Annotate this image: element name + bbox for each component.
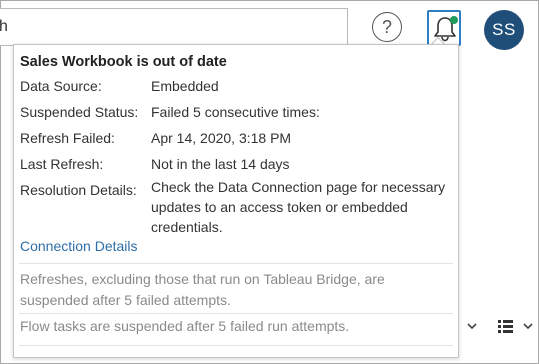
chevron-down-icon bbox=[467, 323, 477, 330]
data-source-value: Embedded bbox=[151, 78, 219, 94]
resolution-details-value: Check the Data Connection page for neces… bbox=[151, 179, 446, 235]
flow-suspension-note: Flow tasks are suspended after 5 failed … bbox=[20, 318, 350, 334]
suspended-status-value: Failed 5 consecutive times: bbox=[151, 104, 320, 120]
refreshes-suspension-note: Refreshes, excluding those that run on T… bbox=[20, 271, 385, 308]
last-refresh-value: Not in the last 14 days bbox=[151, 156, 290, 172]
user-avatar[interactable]: SS bbox=[484, 10, 524, 50]
refresh-failed-value: Apr 14, 2020, 3:18 PM bbox=[151, 130, 292, 146]
search-input-value: h bbox=[0, 18, 8, 35]
sort-dropdown[interactable] bbox=[460, 316, 484, 338]
connection-details-link[interactable]: Connection Details bbox=[20, 238, 138, 254]
suspended-status-label: Suspended Status: bbox=[20, 104, 139, 120]
refresh-failed-label: Refresh Failed: bbox=[20, 130, 115, 146]
resolution-details-label: Resolution Details: bbox=[20, 182, 137, 198]
popover-divider bbox=[19, 313, 453, 314]
data-source-label: Data Source: bbox=[20, 78, 102, 94]
list-view-icon bbox=[498, 320, 533, 333]
notification-dot bbox=[450, 16, 458, 24]
avatar-initials: SS bbox=[492, 20, 516, 39]
notifications-button[interactable] bbox=[427, 10, 461, 46]
help-button[interactable]: ? bbox=[372, 12, 402, 42]
notification-popover: Sales Workbook is out of date Data Sourc… bbox=[13, 44, 459, 358]
notification-title: Sales Workbook is out of date bbox=[20, 54, 227, 70]
search-input[interactable]: h bbox=[0, 8, 348, 46]
view-toggle[interactable] bbox=[494, 316, 538, 338]
popover-divider bbox=[19, 263, 453, 264]
help-icon: ? bbox=[381, 16, 392, 37]
last-refresh-label: Last Refresh: bbox=[20, 156, 104, 172]
popover-divider bbox=[19, 345, 453, 346]
